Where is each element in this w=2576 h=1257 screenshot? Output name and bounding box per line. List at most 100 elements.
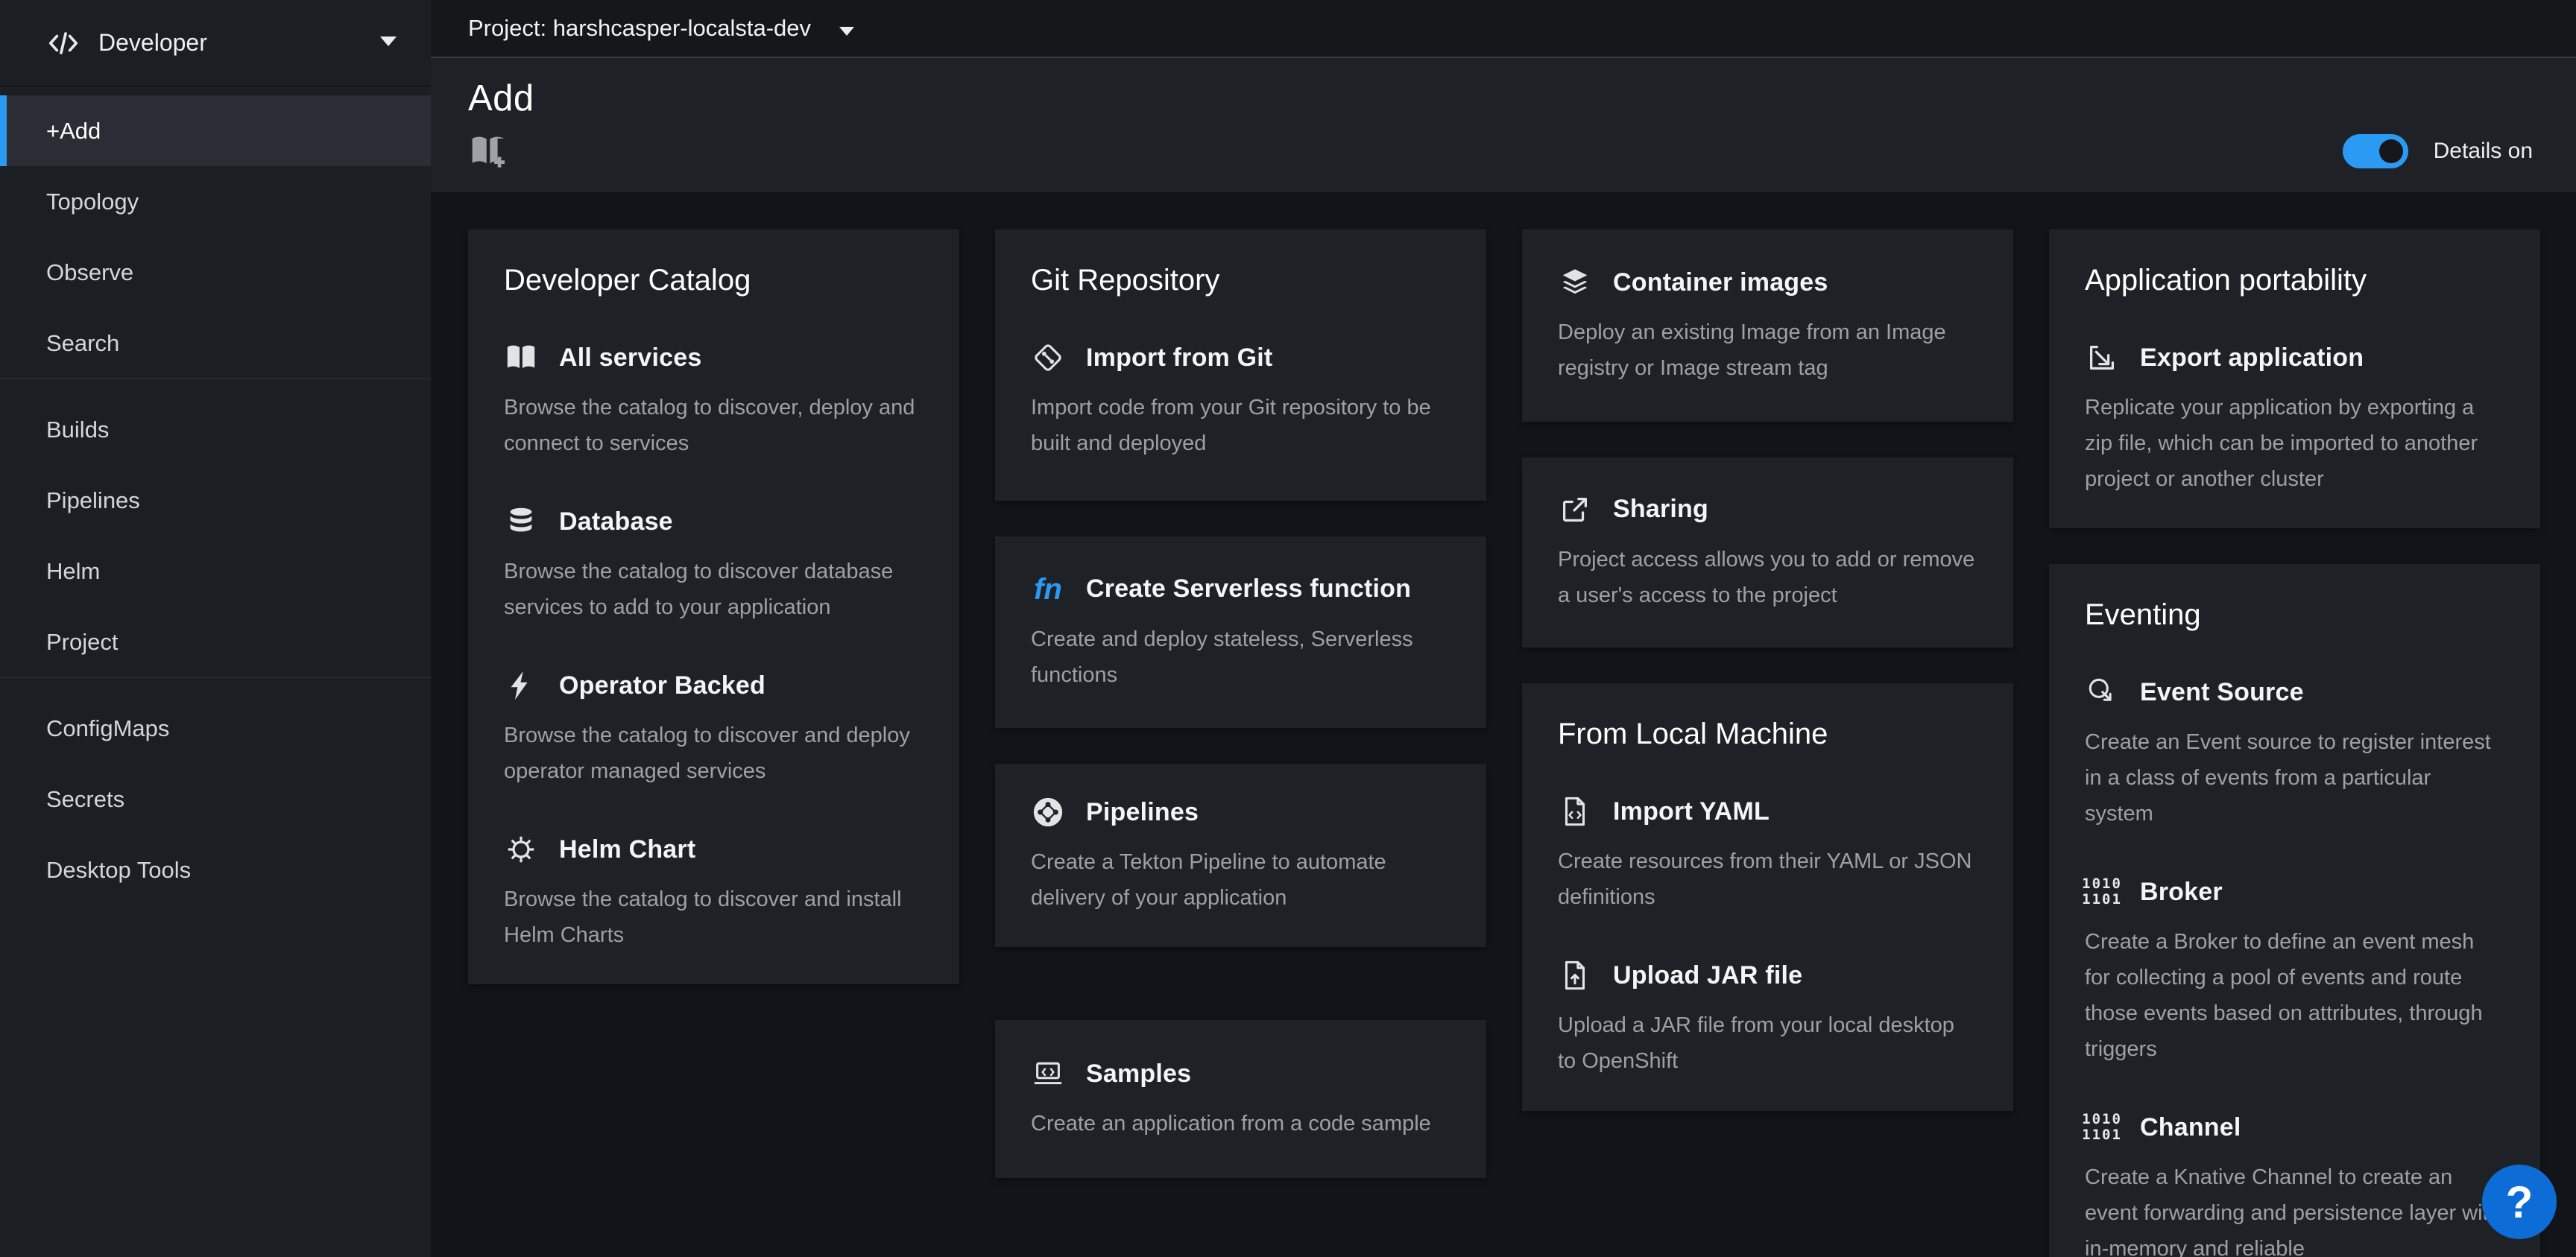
item-sharing[interactable]: Sharing Project access allows you to add… (1558, 493, 1977, 613)
sidebar-item-topology[interactable]: Topology (0, 166, 431, 237)
item-import-from-git[interactable]: Import from Git Import code from your Gi… (1031, 341, 1450, 461)
sidebar-item-builds[interactable]: Builds (0, 394, 431, 465)
upload-jar-icon (1558, 958, 1592, 992)
item-create-serverless-function[interactable]: fn Create Serverless function Create and… (1031, 572, 1450, 693)
container-images-icon (1558, 265, 1592, 300)
item-title: All services (559, 343, 701, 373)
item-database[interactable]: Database Browse the catalog to discover … (504, 504, 924, 625)
item-description: Create a Broker to define an event mesh … (2085, 924, 2504, 1067)
broker-icon: 10101101 (2085, 875, 2119, 909)
card-title: Developer Catalog (504, 264, 924, 297)
item-broker[interactable]: 10101101 Broker Create a Broker to defin… (2085, 875, 2504, 1067)
catalog-column-4: Application portability Export applicati… (2049, 229, 2540, 1257)
nav-group-main: +Add Topology Observe Search (0, 95, 431, 379)
item-title: Import YAML (1613, 797, 1770, 826)
card-pipelines: Pipelines Create a Tekton Pipeline to au… (995, 764, 1486, 947)
item-description: Create and deploy stateless, Serverless … (1031, 621, 1450, 693)
item-description: Create a Knative Channel to create an ev… (2085, 1159, 2504, 1257)
book-plus-icon[interactable] (468, 131, 508, 171)
item-export-application[interactable]: Export application Replicate your applic… (2085, 341, 2504, 497)
item-description: Replicate your application by exporting … (2085, 390, 2504, 497)
item-samples[interactable]: Samples Create an application from a cod… (1031, 1057, 1450, 1142)
item-upload-jar-file[interactable]: Upload JAR file Upload a JAR file from y… (1558, 958, 1977, 1079)
item-title: Event Source (2140, 678, 2304, 707)
import-yaml-icon (1558, 794, 1592, 829)
add-page-content: Developer Catalog All services Browse th… (431, 192, 2576, 1257)
help-button[interactable]: ? (2482, 1165, 2557, 1239)
code-icon (46, 26, 80, 60)
item-description: Create a Tekton Pipeline to automate del… (1031, 844, 1450, 916)
item-description: Create an Event source to register inter… (2085, 724, 2504, 832)
samples-icon (1031, 1057, 1065, 1091)
item-title: Sharing (1613, 495, 1708, 524)
main-area: Project: harshcasper-localsta-dev Add De… (431, 0, 2576, 1257)
project-bar: Project: harshcasper-localsta-dev (431, 0, 2576, 58)
sidebar: Developer +Add Topology Observe Search B… (0, 0, 431, 1257)
sidebar-item-secrets[interactable]: Secrets (0, 764, 431, 835)
sidebar-item-add[interactable]: +Add (0, 95, 431, 166)
sidebar-item-observe[interactable]: Observe (0, 237, 431, 308)
card-git-repository: Git Repository Import from Git Import co… (995, 229, 1486, 501)
perspective-switcher[interactable]: Developer (0, 0, 431, 86)
card-developer-catalog: Developer Catalog All services Browse th… (468, 229, 959, 984)
sidebar-nav: +Add Topology Observe Search Builds Pipe… (0, 86, 431, 905)
item-description: Browse the catalog to discover and deplo… (504, 718, 924, 789)
sidebar-item-desktop-tools[interactable]: Desktop Tools (0, 835, 431, 905)
perspective-label: Developer (98, 29, 207, 57)
helm-icon (504, 832, 538, 867)
card-title: Git Repository (1031, 264, 1450, 297)
item-description: Browse the catalog to discover, deploy a… (504, 390, 924, 461)
details-switch[interactable] (2343, 134, 2408, 168)
item-description: Deploy an existing Image from an Image r… (1558, 314, 1977, 386)
bolt-icon (504, 668, 538, 703)
item-title: Import from Git (1086, 343, 1272, 373)
item-description: Create resources from their YAML or JSON… (1558, 843, 1977, 915)
sidebar-item-configmaps[interactable]: ConfigMaps (0, 693, 431, 764)
chevron-down-icon (839, 15, 854, 42)
event-source-icon (2085, 675, 2119, 709)
card-title: From Local Machine (1558, 718, 1977, 751)
item-description: Create an application from a code sample (1031, 1106, 1450, 1142)
nav-group-config: ConfigMaps Secrets Desktop Tools (0, 677, 431, 905)
project-label: Project: harshcasper-localsta-dev (468, 15, 811, 42)
item-title: Operator Backed (559, 671, 765, 700)
item-title: Database (559, 507, 673, 536)
item-event-source[interactable]: Event Source Create an Event source to r… (2085, 675, 2504, 832)
card-sharing: Sharing Project access allows you to add… (1522, 457, 2013, 648)
item-container-images[interactable]: Container images Deploy an existing Imag… (1558, 265, 1977, 386)
item-pipelines[interactable]: Pipelines Create a Tekton Pipeline to au… (1031, 795, 1450, 916)
item-title: Channel (2140, 1113, 2241, 1142)
share-icon (1558, 493, 1592, 527)
item-title: Container images (1613, 268, 1828, 297)
item-title: Samples (1086, 1060, 1191, 1089)
page-header: Add Details on (431, 58, 2576, 192)
switch-knob (2379, 139, 2403, 163)
item-all-services[interactable]: All services Browse the catalog to disco… (504, 341, 924, 461)
sidebar-item-project[interactable]: Project (0, 607, 431, 677)
item-title: Broker (2140, 878, 2223, 907)
sidebar-item-pipelines[interactable]: Pipelines (0, 465, 431, 536)
chevron-down-icon (380, 37, 397, 50)
card-title: Eventing (2085, 598, 2504, 632)
git-icon (1031, 341, 1065, 375)
item-description: Browse the catalog to discover and insta… (504, 881, 924, 953)
function-icon: fn (1031, 572, 1065, 607)
details-toggle-label: Details on (2434, 139, 2533, 164)
card-samples: Samples Create an application from a cod… (995, 1020, 1486, 1178)
item-import-yaml[interactable]: Import YAML Create resources from their … (1558, 794, 1977, 915)
item-helm-chart[interactable]: Helm Chart Browse the catalog to discove… (504, 832, 924, 953)
project-selector[interactable]: Project: harshcasper-localsta-dev (468, 15, 854, 42)
card-serverless-function: fn Create Serverless function Create and… (995, 536, 1486, 728)
item-operator-backed[interactable]: Operator Backed Browse the catalog to di… (504, 668, 924, 789)
item-description: Upload a JAR file from your local deskto… (1558, 1007, 1977, 1079)
page-title: Add (468, 77, 2540, 119)
item-title: Create Serverless function (1086, 574, 1411, 604)
sidebar-item-search[interactable]: Search (0, 308, 431, 379)
item-description: Import code from your Git repository to … (1031, 390, 1450, 461)
sidebar-item-helm[interactable]: Helm (0, 536, 431, 607)
card-container-images: Container images Deploy an existing Imag… (1522, 229, 2013, 422)
catalog-column-1: Developer Catalog All services Browse th… (468, 229, 959, 984)
item-channel[interactable]: 10101101 Channel Create a Knative Channe… (2085, 1110, 2504, 1257)
export-icon (2085, 341, 2119, 375)
channel-icon: 10101101 (2085, 1110, 2119, 1144)
